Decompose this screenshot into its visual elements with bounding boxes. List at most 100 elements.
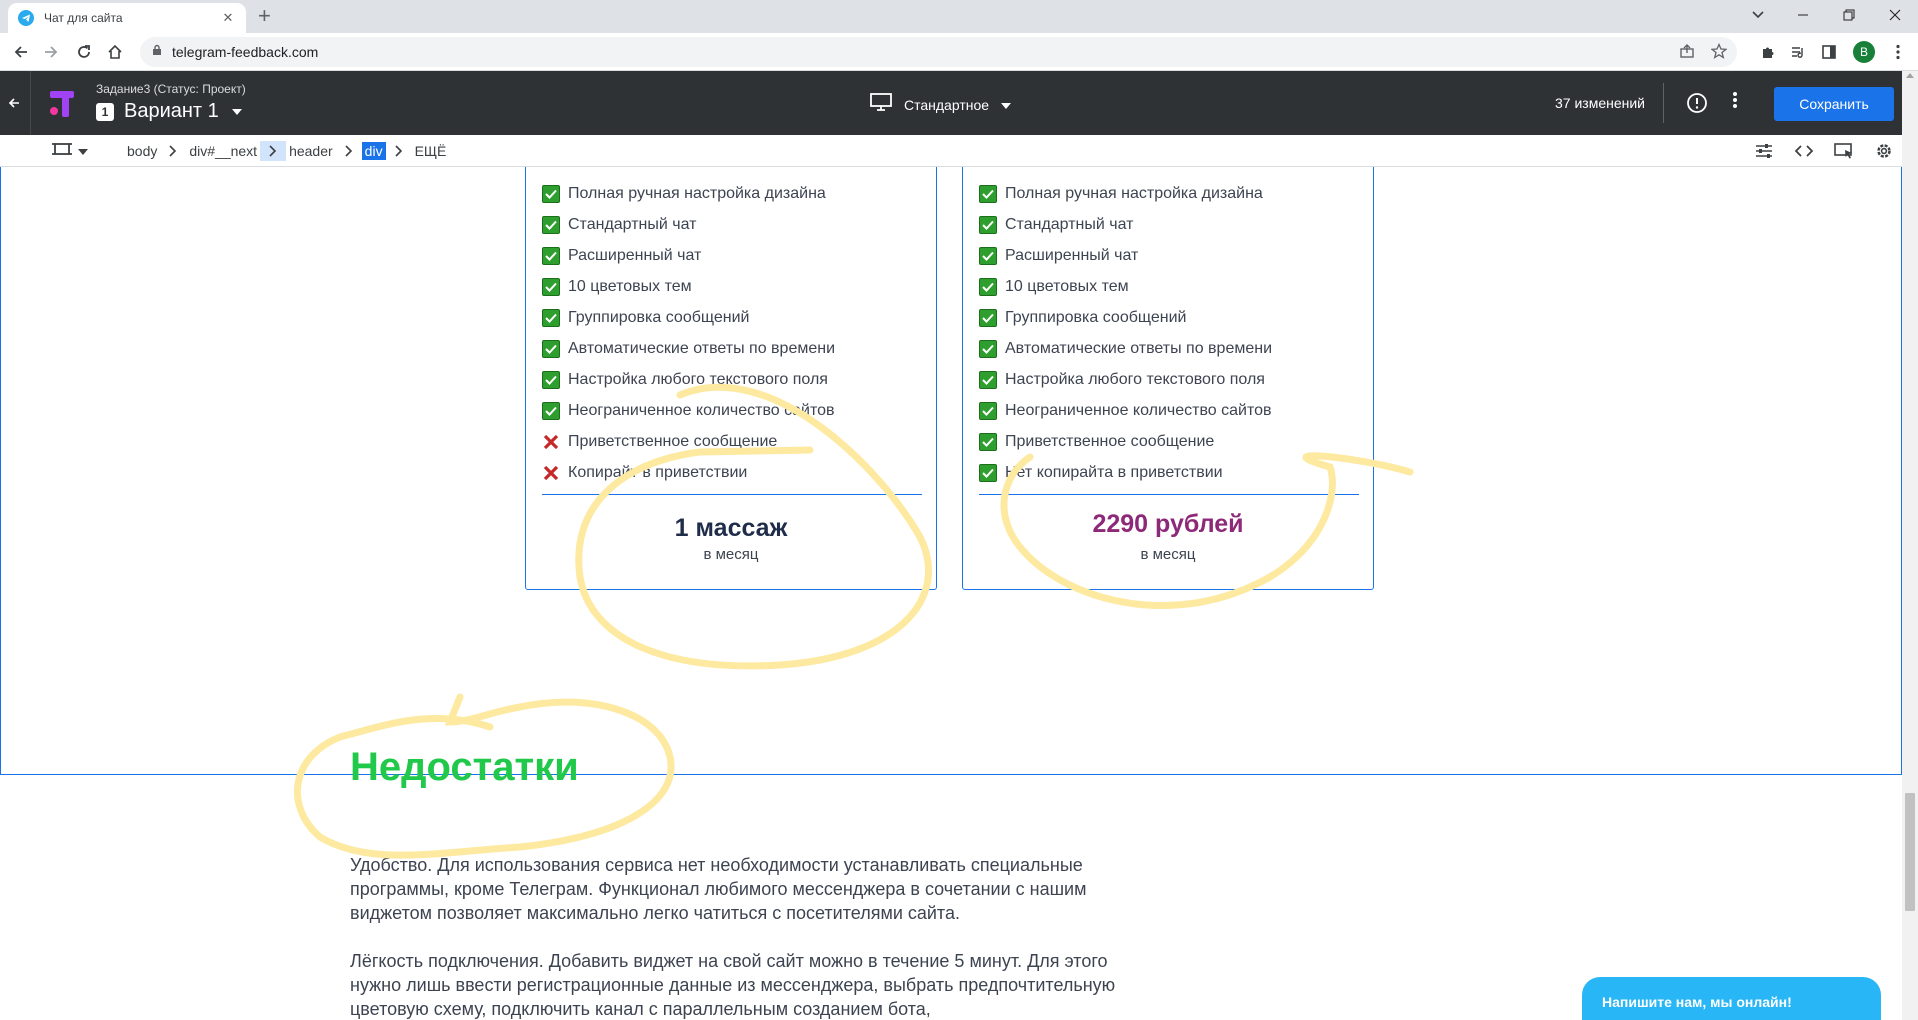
feature-item: Расширенный чат (979, 240, 1272, 271)
section-paragraph: Лёгкость подключения. Добавить виджет на… (350, 951, 1116, 1019)
info-alert-icon[interactable] (1686, 92, 1708, 114)
variant-dropdown-caret-icon[interactable] (232, 109, 242, 115)
scroll-up-arrow-icon[interactable] (1906, 73, 1914, 78)
checkmark-icon (979, 277, 997, 296)
url-text: telegram-feedback.com (172, 44, 319, 60)
reading-list-icon[interactable] (1787, 41, 1809, 63)
feature-text: Приветственное сообщение (568, 432, 778, 450)
checkmark-icon (542, 308, 560, 327)
device-selector[interactable]: Стандартное (870, 93, 1012, 116)
feature-item: Приветственное сообщение (979, 426, 1272, 457)
select-element-icon[interactable] (1834, 141, 1854, 161)
restore-icon[interactable] (1826, 0, 1872, 30)
chrome-menu-icon[interactable] (1887, 41, 1909, 63)
minimize-icon[interactable] (1780, 0, 1826, 30)
chat-widget-button[interactable]: Напишите нам, мы онлайн! (1582, 977, 1881, 1020)
plan-period: в месяц (1140, 546, 1196, 563)
checkmark-icon (542, 339, 560, 358)
frame-select-button[interactable] (52, 142, 98, 160)
feature-text: Настройка любого текстового поля (568, 370, 828, 388)
close-window-icon[interactable] (1872, 0, 1918, 30)
plan-period: в месяц (703, 546, 759, 563)
telegram-favicon-icon (18, 10, 34, 26)
pricing-card[interactable]: Полная ручная настройка дизайна Стандартн… (525, 167, 937, 590)
more-options-icon[interactable] (1733, 91, 1737, 113)
back-icon[interactable] (10, 41, 32, 63)
feature-item: Расширенный чат (542, 240, 835, 271)
address-bar[interactable]: telegram-feedback.com (140, 37, 1737, 67)
back-arrow-icon[interactable] (8, 93, 20, 114)
page-scrollbar[interactable] (1902, 71, 1918, 1020)
editor-tools (1754, 141, 1894, 161)
device-dropdown-caret-icon (1001, 96, 1012, 114)
checkmark-icon (979, 432, 997, 451)
checkmark-icon (979, 184, 997, 203)
tab-search-icon[interactable] (1748, 5, 1768, 25)
code-icon[interactable] (1794, 141, 1814, 161)
checkmark-icon (979, 308, 997, 327)
task-status: Задание3 (Статус: Проект) (96, 82, 246, 96)
new-tab-button[interactable]: + (258, 5, 271, 27)
page-preview-canvas: Полная ручная настройка дизайна Стандартн… (0, 167, 1902, 1020)
feature-text: 10 цветовых тем (1005, 277, 1129, 295)
edit-properties-icon[interactable] (1754, 141, 1774, 161)
browser-tab[interactable]: Чат для сайта ✕ (8, 3, 246, 33)
bookmark-star-icon[interactable] (1710, 42, 1728, 64)
breadcrumb-more[interactable]: ЕЩЁ (412, 142, 450, 160)
checkmark-icon (979, 215, 997, 234)
checkmark-icon (979, 463, 997, 482)
checkmark-icon (979, 339, 997, 358)
breadcrumb: body div#__next header div ЕЩЁ (124, 141, 449, 161)
breadcrumb-chevron-icon (260, 141, 287, 161)
tab-title: Чат для сайта (44, 11, 123, 25)
save-button[interactable]: Сохранить (1774, 87, 1894, 121)
window-controls (1780, 0, 1918, 33)
plan-price: 2290 рублей (1092, 510, 1244, 538)
card-divider (979, 494, 1359, 495)
breadcrumb-header[interactable]: header (286, 142, 336, 160)
lock-icon (152, 43, 162, 61)
feature-list: Полная ручная настройка дизайна Стандартн… (542, 178, 835, 488)
scrollbar-thumb[interactable] (1905, 793, 1915, 911)
breadcrumb-div-selected[interactable]: div (361, 142, 386, 160)
tab-close-icon[interactable]: ✕ (220, 10, 236, 26)
home-icon[interactable] (104, 41, 126, 63)
extensions-icon[interactable] (1757, 41, 1779, 63)
feature-item: Неограниченное количество сайтов (979, 395, 1272, 426)
feature-item: Настройка любого текстового поля (979, 364, 1272, 395)
feature-text: Стандартный чат (1005, 215, 1134, 233)
share-icon[interactable] (1679, 43, 1695, 64)
feature-text: Неограниченное количество сайтов (1005, 401, 1272, 419)
browser-tabstrip: Чат для сайта ✕ + (0, 0, 1918, 33)
side-panel-icon[interactable] (1818, 41, 1840, 63)
feature-item: Группировка сообщений (542, 302, 835, 333)
feature-text: Автоматические ответы по времени (1005, 339, 1273, 357)
feature-text: Группировка сообщений (568, 308, 750, 326)
feature-item: Копирайт в приветствии (542, 457, 835, 488)
feature-item: Стандартный чат (979, 209, 1272, 240)
card-divider (542, 494, 922, 495)
checkmark-icon (542, 246, 560, 265)
feature-item: 10 цветовых тем (979, 271, 1272, 302)
checkmark-icon (542, 370, 560, 389)
feature-text: Полная ручная настройка дизайна (1005, 184, 1263, 202)
feature-item: Настройка любого текстового поля (542, 364, 835, 395)
feature-text: Приветственное сообщение (1005, 432, 1215, 450)
pricing-card[interactable]: Полная ручная настройка дизайна Стандартн… (962, 167, 1374, 590)
forward-icon[interactable] (40, 41, 62, 63)
monitor-icon (870, 93, 892, 116)
breadcrumb-div-next[interactable]: div#__next (186, 142, 260, 160)
section-paragraph: Удобство. Для использования сервиса нет … (350, 855, 1087, 923)
browser-toolbar: telegram-feedback.com B (0, 33, 1918, 71)
optimize-logo-icon (48, 89, 76, 119)
feature-list: Полная ручная настройка дизайна Стандартн… (979, 178, 1272, 488)
feature-text: Расширенный чат (568, 246, 702, 264)
feature-item: Нет копирайта в приветствии (979, 457, 1272, 488)
changes-count[interactable]: 37 изменений (1555, 95, 1645, 111)
editor-header: Задание3 (Статус: Проект) 1 Вариант 1 Ст… (0, 71, 1918, 135)
variant-selector[interactable]: Вариант 1 (124, 100, 219, 123)
profile-avatar[interactable]: B (1853, 41, 1875, 63)
settings-gear-icon[interactable] (1874, 141, 1894, 161)
breadcrumb-body[interactable]: body (124, 142, 160, 160)
reload-icon[interactable] (73, 41, 95, 63)
